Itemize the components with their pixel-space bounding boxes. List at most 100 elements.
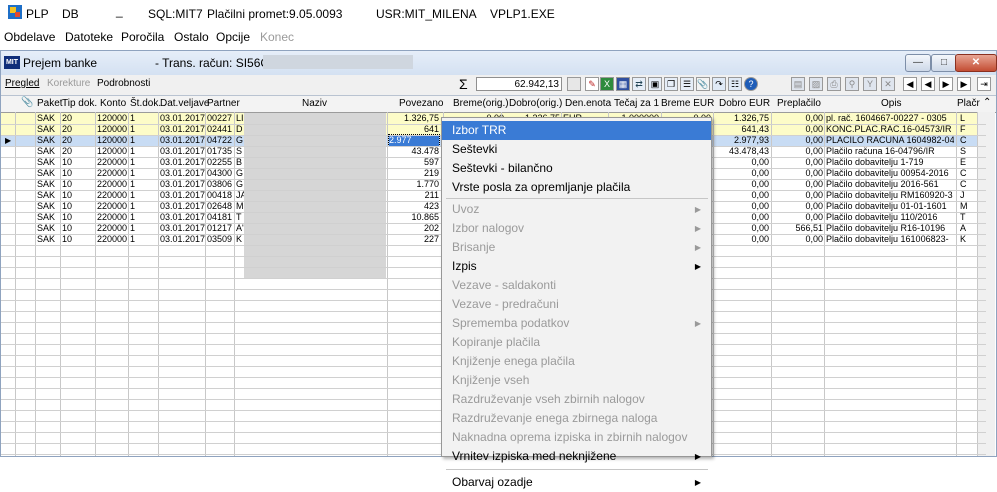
cell-st: 1 [130, 190, 136, 200]
cell-paket: SAK [37, 223, 56, 233]
submenu-arrow-icon: ▶ [694, 205, 701, 214]
col-den-enota[interactable]: Den.enota [565, 98, 611, 109]
col-opis[interactable]: Opis [881, 98, 902, 109]
col-dat-veljave[interactable]: Dat.veljave [160, 98, 209, 109]
arrows-icon[interactable]: ⇄ [632, 77, 646, 91]
col-partner[interactable]: Partner [207, 98, 240, 109]
menu-item-sestevki[interactable]: Seštevki [442, 140, 711, 159]
cell-tip: 10 [62, 212, 73, 222]
cell-paket: SAK [37, 157, 56, 167]
menu-item-label: Izbor TRR [452, 123, 507, 137]
grid-column-line [205, 112, 206, 456]
menu-item-izbor-trr[interactable]: Izbor TRR [442, 121, 711, 140]
cell-pl: B [236, 157, 243, 167]
col-tecaj[interactable]: Tečaj za 1 [614, 98, 659, 109]
col-preplacilo[interactable]: Preplačilo [777, 98, 821, 109]
status-app: PLP [26, 7, 49, 21]
cell-paket: SAK [37, 179, 56, 189]
col-konto[interactable]: Konto [100, 98, 126, 109]
last-record-icon[interactable]: ▶ [957, 77, 971, 91]
maximize-button[interactable]: □ [931, 54, 957, 72]
exit-icon[interactable]: ⇥ [977, 77, 991, 91]
cell-dat: 03.01.2017 [160, 157, 206, 167]
cell-paket: SAK [37, 201, 56, 211]
menu-item-knjizenje-vseh: Knjiženje vseh [442, 371, 711, 390]
menu-item-izpis[interactable]: Izpis ▶ [442, 257, 711, 276]
cell-povezano: 219 [423, 168, 439, 178]
tab-pregled[interactable]: Pregled [5, 78, 39, 89]
first-record-icon[interactable]: ◀ [903, 77, 917, 91]
col-paket[interactable]: Paket [37, 98, 63, 109]
next-record-icon[interactable]: ▶ [939, 77, 953, 91]
cell-tip: 10 [62, 201, 73, 211]
col-dobro-eur[interactable]: Dobro EUR [719, 98, 770, 109]
window-icon[interactable]: ▣ [648, 77, 662, 91]
cell-opis: Plačilo dobavitelju 110/2016 [826, 212, 938, 222]
excel-icon[interactable]: X [600, 77, 614, 91]
cell-dat: 03.01.2017 [160, 168, 206, 178]
pen-icon[interactable]: ✎ [585, 77, 599, 91]
cell-opis: Plačilo dobavitelju R16-10196 [826, 223, 946, 233]
cell-partner: 04722 [207, 135, 233, 145]
submenu-arrow-icon: ▶ [694, 478, 701, 487]
window-title: Prejem banke [23, 56, 98, 70]
col-naziv[interactable]: Naziv [302, 98, 327, 109]
menu-item-label: Brisanje [452, 240, 496, 254]
copy-icon[interactable]: ❐ [664, 77, 678, 91]
calc-icon[interactable] [567, 77, 581, 91]
menu-konec: Konec [260, 30, 295, 44]
col-breme-orig[interactable]: Breme(orig.) [453, 98, 509, 109]
col-tip-dok[interactable]: Tip dok. [62, 98, 97, 109]
close-button[interactable]: ✕ [955, 54, 997, 72]
col-st-dok[interactable]: Št.dok. [130, 98, 161, 109]
redacted-naziv-block [244, 113, 386, 278]
grid-icon[interactable]: ▦ [616, 77, 630, 91]
tab-korekture: Korekture [47, 78, 91, 89]
cell-pl: G [236, 179, 244, 189]
status-db: DB [62, 7, 79, 21]
cell-tip: 20 [62, 135, 73, 145]
menu-datoteke[interactable]: Datoteke [65, 30, 113, 44]
col-povezano[interactable]: Povezano [399, 98, 443, 109]
col-dobro-orig[interactable]: Dobro(orig.) [509, 98, 562, 109]
cell-partner: 02648 [207, 201, 233, 211]
menu-item-brisanje: Brisanje ▶ [442, 238, 711, 257]
delete-icon: ✕ [881, 77, 895, 91]
scroll-up-icon[interactable]: ⌃ [983, 97, 991, 108]
menu-item-label: Kopiranje plačila [452, 335, 541, 349]
paperclip-icon[interactable]: 📎 [696, 77, 710, 91]
sum-field: 62.942,13 [476, 77, 562, 91]
folder-icon: ▨ [809, 77, 823, 91]
menu-item-vrste-posla-za-opremljanje-placila[interactable]: Vrste posla za opremljanje plačila [442, 178, 711, 197]
tab-podrobnosti[interactable]: Podrobnosti [97, 78, 150, 89]
prev-record-icon[interactable]: ◀ [921, 77, 935, 91]
menu-item-label: Razdruževanje vseh zbirnih nalogov [452, 392, 645, 406]
col-placr[interactable]: Plačr [957, 98, 980, 109]
menu-opcije[interactable]: Opcije [216, 30, 250, 44]
transfer-icon[interactable]: ↷ [712, 77, 726, 91]
menu-item-obarvaj-ozadje[interactable]: Obarvaj ozadje ▶ [442, 473, 711, 492]
cell-pl: T [236, 212, 242, 222]
grid-column-line [128, 112, 129, 456]
submenu-arrow-icon: ▶ [694, 262, 701, 271]
filter-icon[interactable]: ☷ [728, 77, 742, 91]
menu-porocila[interactable]: Poročila [121, 30, 164, 44]
menu-obdelave[interactable]: Obdelave [4, 30, 55, 44]
list-icon: ▤ [791, 77, 805, 91]
funnel-icon: Y [863, 77, 877, 91]
cell-pl: G [236, 168, 244, 178]
col-breme-eur[interactable]: Breme EUR [661, 98, 714, 109]
help-icon[interactable]: ? [744, 77, 758, 91]
cell-tip: 10 [62, 190, 73, 200]
cell-st: 1 [130, 168, 136, 178]
edit-icon[interactable]: ☰ [680, 77, 694, 91]
vertical-scrollbar[interactable] [977, 112, 995, 456]
menu-item-sestevki-bilancno[interactable]: Seštevki - bilančno [442, 159, 711, 178]
cell-povezano: 423 [423, 201, 439, 211]
minimize-button[interactable]: — [905, 54, 931, 72]
cell-paket: SAK [37, 168, 56, 178]
cell-tip: 10 [62, 234, 73, 244]
menu-ostalo[interactable]: Ostalo [174, 30, 209, 44]
cell-partner: 04300 [207, 168, 233, 178]
cell-st: 1 [130, 135, 136, 145]
